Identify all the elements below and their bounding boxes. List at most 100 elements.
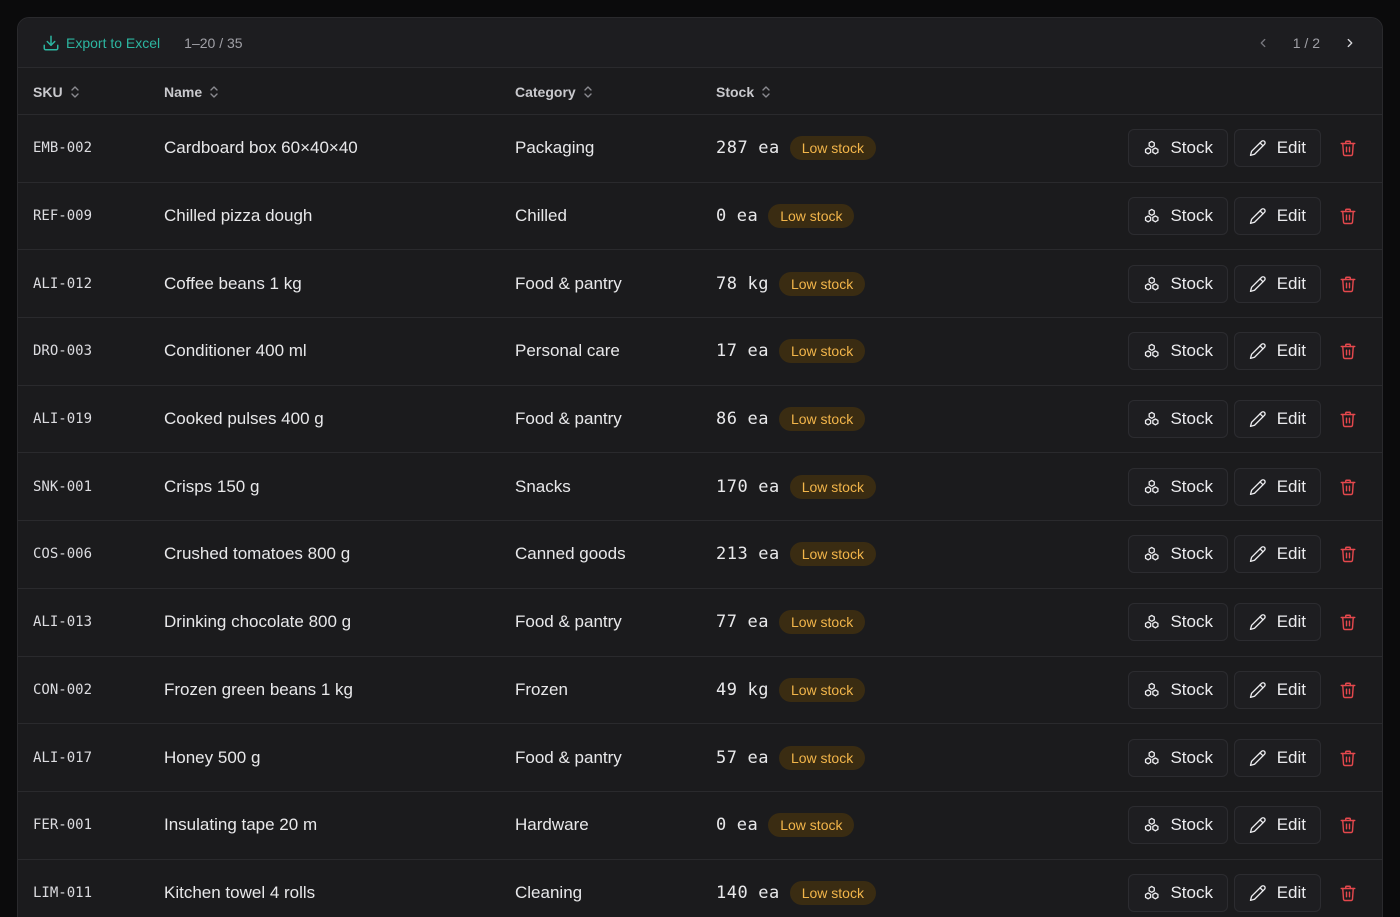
sku-cell: ALI-013: [33, 614, 93, 631]
edit-button[interactable]: Edit: [1234, 264, 1321, 303]
stock-button-label: Stock: [1170, 544, 1213, 564]
delete-button[interactable]: [1338, 544, 1358, 564]
low-stock-badge: Low stock: [778, 677, 866, 702]
edit-button-label: Edit: [1276, 612, 1306, 632]
stock-button-label: Stock: [1170, 341, 1213, 361]
column-header-category[interactable]: Category: [515, 68, 593, 115]
edit-button[interactable]: Edit: [1234, 332, 1321, 371]
category-cell: Hardware: [515, 815, 589, 835]
low-stock-badge: Low stock: [789, 542, 876, 567]
delete-button[interactable]: [1338, 138, 1358, 158]
stock-unit: ea: [758, 476, 780, 497]
edit-button-label: Edit: [1276, 273, 1306, 293]
delete-button[interactable]: [1338, 341, 1358, 361]
edit-button-label: Edit: [1276, 747, 1306, 767]
stock-button-label: Stock: [1170, 273, 1213, 293]
edit-button[interactable]: Edit: [1234, 806, 1321, 845]
stock-unit: ea: [747, 409, 769, 430]
delete-button[interactable]: [1338, 883, 1358, 903]
delete-button[interactable]: [1338, 274, 1358, 294]
pencil-icon: [1249, 208, 1266, 225]
column-header-name[interactable]: Name: [164, 68, 219, 115]
sku-cell: CON-002: [33, 681, 93, 698]
trash-icon: [1340, 614, 1356, 631]
edit-button[interactable]: Edit: [1234, 738, 1321, 777]
stock-button[interactable]: Stock: [1128, 738, 1228, 777]
delete-button[interactable]: [1338, 409, 1358, 429]
column-label: Name: [164, 83, 203, 100]
name-cell: Crisps 150 g: [164, 476, 260, 496]
pencil-icon: [1249, 682, 1266, 698]
edit-button[interactable]: Edit: [1234, 873, 1321, 912]
boxes-icon: [1144, 208, 1159, 223]
stock-quantity: 49: [716, 679, 738, 700]
table-row: FER-001 Insulating tape 20 m Hardware 0 …: [18, 792, 1382, 860]
delete-button[interactable]: [1338, 612, 1358, 632]
stock-cell: 78 kg Low stock: [716, 250, 866, 317]
low-stock-badge: Low stock: [768, 204, 855, 229]
delete-button[interactable]: [1338, 206, 1358, 226]
column-label: Stock: [716, 83, 755, 100]
edit-button-label: Edit: [1276, 206, 1306, 226]
stock-button[interactable]: Stock: [1128, 467, 1228, 506]
edit-button[interactable]: Edit: [1234, 400, 1321, 439]
column-header-stock[interactable]: Stock: [716, 68, 771, 115]
stock-button[interactable]: Stock: [1128, 129, 1228, 168]
stock-button[interactable]: Stock: [1128, 197, 1228, 236]
edit-button[interactable]: Edit: [1234, 603, 1321, 642]
table-toolbar: Export to Excel 1–20 / 35 1 / 2: [18, 18, 1382, 68]
export-excel-button[interactable]: Export to Excel: [42, 34, 160, 52]
delete-button[interactable]: [1338, 680, 1358, 700]
column-header-sku[interactable]: SKU: [33, 68, 80, 115]
stock-quantity: 78: [716, 273, 738, 294]
pencil-icon: [1249, 411, 1266, 428]
stock-button[interactable]: Stock: [1128, 264, 1228, 303]
download-icon: [43, 35, 59, 50]
next-page-button[interactable]: [1342, 35, 1358, 51]
edit-button-label: Edit: [1276, 679, 1306, 699]
boxes-icon: [1144, 818, 1159, 832]
pencil-icon: [1249, 140, 1266, 157]
edit-button[interactable]: Edit: [1234, 197, 1321, 236]
edit-button-label: Edit: [1276, 341, 1306, 361]
sku-cell: LIM-011: [33, 884, 93, 901]
prev-page-button[interactable]: [1255, 35, 1271, 51]
stock-button-label: Stock: [1170, 679, 1213, 699]
edit-button[interactable]: Edit: [1234, 467, 1321, 506]
low-stock-badge: Low stock: [789, 880, 876, 905]
trash-icon: [1340, 885, 1356, 902]
stock-cell: 57 ea Low stock: [716, 724, 866, 791]
table-row: SNK-001 Crisps 150 g Snacks 170 ea Low s…: [18, 453, 1382, 522]
edit-button[interactable]: Edit: [1234, 535, 1321, 574]
stock-quantity: 213: [716, 544, 749, 565]
stock-cell: 86 ea Low stock: [716, 386, 866, 453]
delete-button[interactable]: [1338, 477, 1358, 497]
low-stock-badge: Low stock: [778, 745, 866, 770]
edit-button-label: Edit: [1276, 138, 1306, 158]
stock-button[interactable]: Stock: [1128, 535, 1228, 574]
stock-button[interactable]: Stock: [1128, 806, 1228, 845]
stock-cell: 287 ea Low stock: [716, 115, 876, 182]
category-cell: Personal care: [515, 341, 620, 361]
stock-button[interactable]: Stock: [1128, 873, 1228, 912]
delete-button[interactable]: [1338, 815, 1358, 835]
stock-unit: kg: [747, 273, 769, 294]
stock-cell: 49 kg Low stock: [716, 657, 866, 724]
trash-icon: [1340, 343, 1356, 360]
stock-button[interactable]: Stock: [1128, 332, 1228, 371]
edit-button[interactable]: Edit: [1234, 670, 1321, 709]
stock-button[interactable]: Stock: [1128, 670, 1228, 709]
stock-button[interactable]: Stock: [1128, 400, 1228, 439]
stock-button[interactable]: Stock: [1128, 603, 1228, 642]
stock-quantity: 86: [716, 409, 738, 430]
category-cell: Cleaning: [515, 882, 583, 902]
stock-button-label: Stock: [1170, 815, 1213, 835]
edit-button-label: Edit: [1276, 409, 1306, 429]
boxes-icon: [1144, 614, 1159, 629]
sku-cell: ALI-017: [33, 749, 93, 766]
low-stock-badge: Low stock: [789, 136, 876, 161]
stock-quantity: 140: [716, 882, 749, 903]
delete-button[interactable]: [1338, 748, 1358, 768]
pencil-icon: [1249, 614, 1266, 631]
edit-button[interactable]: Edit: [1234, 129, 1321, 168]
